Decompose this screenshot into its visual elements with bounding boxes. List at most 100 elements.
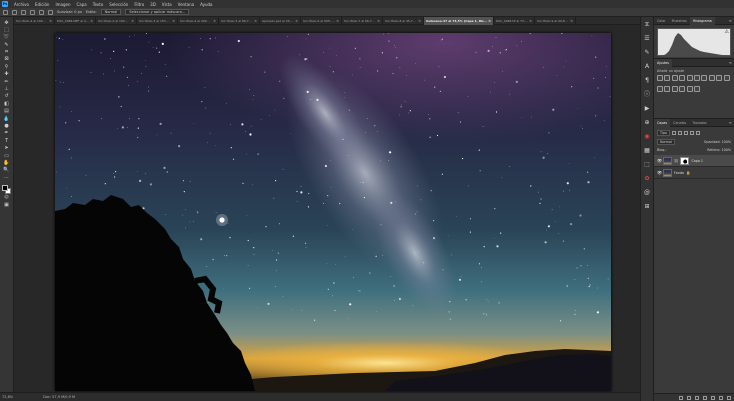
document-canvas[interactable] <box>55 33 611 391</box>
document-tab[interactable]: Sin título-9 al 90,8% (Ca...× <box>535 17 576 25</box>
feather-label[interactable]: Suavizar: 0 px <box>57 10 82 14</box>
clone-stamp-tool-icon[interactable]: ⊥ <box>3 87 10 93</box>
adobe-stock-icon[interactable]: ✿ <box>643 175 651 183</box>
screen-mode-icon[interactable]: ▣ <box>3 202 10 208</box>
zoom-tool-icon[interactable]: 🔍 <box>3 168 10 174</box>
filter-adjustment-icon[interactable] <box>677 130 682 135</box>
new-group-icon[interactable] <box>711 395 715 400</box>
panel-menu-icon[interactable]: ≡ <box>729 18 734 23</box>
menu-file[interactable]: Archivo <box>14 2 29 7</box>
brush-tool-icon[interactable]: ✏ <box>3 79 10 85</box>
cache-warning-icon[interactable]: ⚠ <box>725 29 729 35</box>
fill-field[interactable]: Relleno: 100% <box>707 148 731 152</box>
menu-view[interactable]: Vista <box>162 2 172 7</box>
more-tools-icon[interactable]: ⋯ <box>3 175 10 181</box>
dodge-tool-icon[interactable]: ● <box>3 123 10 129</box>
style-select[interactable]: Normal <box>100 9 122 15</box>
properties-panel-icon[interactable]: ☰ <box>643 35 651 43</box>
gradient-tool-icon[interactable]: ▤ <box>3 109 10 115</box>
blend-mode-select[interactable]: Normal <box>657 138 675 145</box>
opacity-field[interactable]: Opacidad: 100% <box>704 140 731 144</box>
menu-select[interactable]: Selección <box>109 2 128 7</box>
close-tab-icon[interactable]: × <box>49 19 52 23</box>
selective-color-icon[interactable] <box>693 86 700 92</box>
layer-row-fondo[interactable]: 👁 Fondo 🔒 <box>654 167 734 179</box>
layer-kind-filter[interactable]: Tipo <box>657 129 670 136</box>
filter-pixel-icon[interactable] <box>671 130 676 135</box>
close-tab-icon[interactable]: × <box>336 19 339 23</box>
close-tab-icon[interactable]: × <box>90 19 93 23</box>
document-size[interactable]: Doc: 57,9 M/0,9 M <box>43 395 75 399</box>
delete-layer-icon[interactable] <box>727 395 731 400</box>
eraser-tool-icon[interactable]: ◧ <box>3 101 10 107</box>
frame-tool-icon[interactable]: ⊠ <box>3 57 10 63</box>
filter-shape-icon[interactable] <box>689 130 694 135</box>
menu-window[interactable]: Ventana <box>178 2 194 7</box>
quick-selection-tool-icon[interactable]: ✎ <box>3 42 10 48</box>
pen-tool-icon[interactable]: ✒ <box>3 131 10 137</box>
close-tab-icon[interactable]: × <box>295 19 298 23</box>
curves-icon[interactable] <box>671 75 678 81</box>
tab-color[interactable]: Color <box>654 17 669 25</box>
glyphs-panel-icon[interactable]: @ <box>643 189 651 197</box>
photo-filter-icon[interactable] <box>716 75 723 81</box>
select-and-mask-button[interactable]: Seleccionar y aplicar máscara... <box>125 9 190 15</box>
menu-layer[interactable]: Capa <box>77 2 87 7</box>
close-tab-icon[interactable]: × <box>488 19 491 23</box>
close-tab-icon[interactable]: × <box>131 19 134 23</box>
layer-mask-thumbnail[interactable] <box>680 156 690 165</box>
close-tab-icon[interactable]: × <box>418 19 421 23</box>
vibrance-icon[interactable] <box>686 75 693 81</box>
document-tab[interactable]: DSC_0084.NEF al 46,7% (...× <box>55 17 96 25</box>
close-tab-icon[interactable]: × <box>377 19 380 23</box>
crop-tool-icon[interactable]: ⌗ <box>3 50 10 56</box>
brushes-panel-icon[interactable]: ✎ <box>643 49 651 57</box>
libraries-panel-icon[interactable]: ◉ <box>643 133 651 141</box>
blur-tool-icon[interactable]: 💧 <box>3 116 10 122</box>
actions-panel-icon[interactable]: ▶ <box>643 105 651 113</box>
tab-swatches[interactable]: Muestras <box>669 17 690 25</box>
channel-mixer-icon[interactable] <box>723 75 730 81</box>
link-chain-icon[interactable]: ⛓ <box>674 159 678 163</box>
measurement-panel-icon[interactable]: ⊞ <box>643 203 651 211</box>
document-tab[interactable]: Sin título-6 al 50% (Ca...× <box>301 17 342 25</box>
menu-help[interactable]: Ayuda <box>200 2 212 7</box>
filter-smart-object-icon[interactable] <box>695 130 700 135</box>
add-mask-icon[interactable] <box>695 395 699 400</box>
document-tab[interactable]: Sin título-4 al 200% (... × <box>178 17 219 25</box>
foreground-color-swatch[interactable] <box>2 184 8 191</box>
tab-channels[interactable]: Canales <box>670 119 689 127</box>
path-selection-tool-icon[interactable]: ➤ <box>3 146 10 152</box>
document-tab[interactable]: Aplicado.psd al 33,3% (Vía...× <box>260 17 301 25</box>
photoshop-logo-icon[interactable]: Ps <box>2 1 8 7</box>
menu-type[interactable]: Texto <box>93 2 104 7</box>
close-tab-icon[interactable]: × <box>529 19 532 23</box>
color-swatches[interactable] <box>2 184 11 194</box>
close-tab-icon[interactable]: × <box>254 19 257 23</box>
intersect-selection-icon[interactable] <box>48 9 53 15</box>
layer-name[interactable]: Fondo <box>674 171 684 175</box>
filter-type-icon[interactable] <box>683 130 688 135</box>
visibility-eye-icon[interactable]: 👁 <box>657 170 662 175</box>
tab-histogram[interactable]: Histograma <box>689 16 715 25</box>
threshold-icon[interactable] <box>679 86 686 92</box>
document-tab[interactable]: Sin título-4 al 100% (... × <box>14 17 55 25</box>
levels-icon[interactable] <box>664 75 671 81</box>
quick-mask-icon[interactable]: ◎ <box>3 195 10 201</box>
color-balance-icon[interactable] <box>701 75 708 81</box>
tab-paths[interactable]: Trazados <box>689 119 709 127</box>
canvas-workspace[interactable] <box>14 25 640 392</box>
marquee-tool-icon[interactable]: ⬚ <box>3 27 10 33</box>
styles-panel-icon[interactable]: ▦ <box>643 147 651 155</box>
info-panel-icon[interactable]: ⓘ <box>643 91 651 99</box>
marquee-tool-preset-icon[interactable] <box>12 9 17 15</box>
layers-menu-icon[interactable]: ≡ <box>729 120 734 125</box>
menu-edit[interactable]: Edición <box>35 2 49 7</box>
hand-tool-icon[interactable]: ✋ <box>3 160 10 166</box>
navigator-panel-icon[interactable]: ⬚ <box>643 161 651 169</box>
close-tab-icon[interactable]: × <box>172 19 175 23</box>
layer-name[interactable]: Capa 1 <box>691 159 703 163</box>
history-panel-icon[interactable]: ⧖ <box>643 21 651 29</box>
home-icon[interactable] <box>3 9 8 15</box>
close-tab-icon[interactable]: × <box>570 19 573 23</box>
